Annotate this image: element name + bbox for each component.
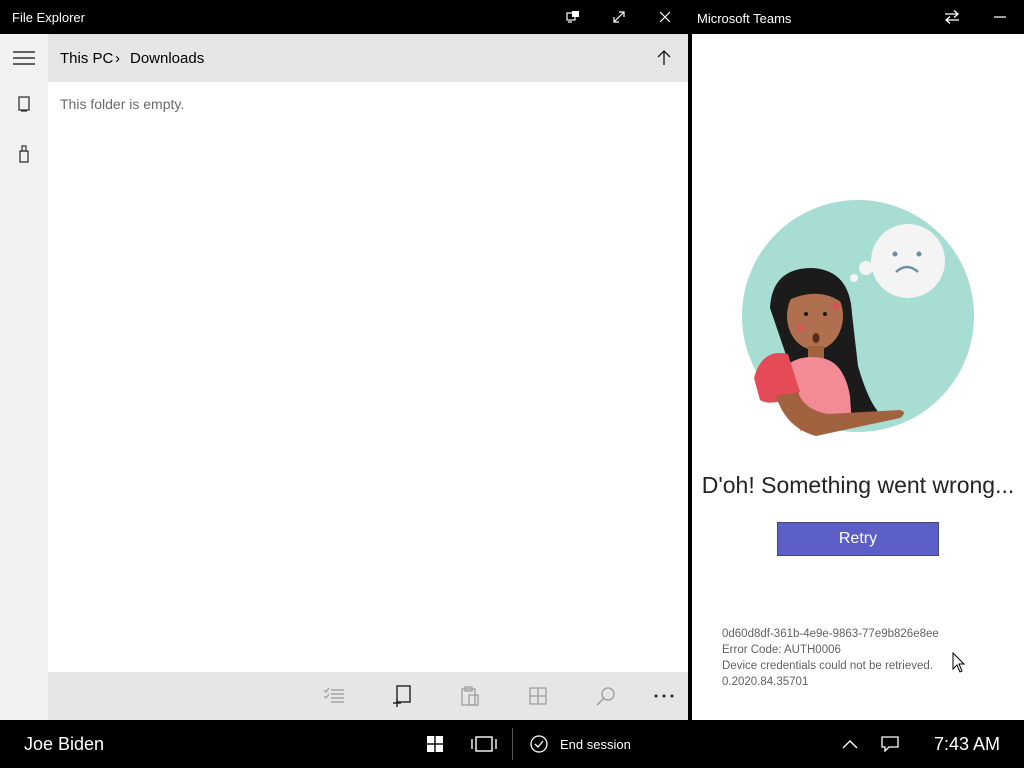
up-arrow-icon[interactable]	[652, 46, 676, 70]
teams-window: Microsoft Teams D'oh! Something went wro…	[692, 0, 1024, 720]
empty-folder-message: This folder is empty.	[60, 96, 185, 112]
breadcrumb-separator: ›	[115, 50, 120, 67]
windows-start-icon[interactable]	[418, 720, 452, 768]
search-icon[interactable]	[584, 672, 628, 720]
user-name: Joe Biden	[24, 734, 105, 754]
window-title: File Explorer	[12, 10, 85, 25]
mouse-cursor-icon	[952, 651, 966, 679]
action-center-icon[interactable]	[876, 720, 904, 768]
paste-icon[interactable]	[448, 672, 492, 720]
folder-content: This folder is empty.	[48, 82, 688, 672]
select-list-icon[interactable]	[312, 672, 356, 720]
end-session-label: End session	[560, 736, 631, 752]
view-grid-icon[interactable]	[516, 672, 560, 720]
command-bar	[48, 672, 688, 720]
snap-icon[interactable]	[550, 0, 596, 34]
taskbar: Joe Biden End session 7:43 AM	[0, 720, 1024, 768]
device-icon[interactable]	[0, 80, 48, 128]
teams-titlebar: Microsoft Teams	[692, 0, 1024, 34]
checkmark-circle-icon	[530, 735, 548, 753]
usb-drive-icon[interactable]	[0, 130, 48, 178]
expand-icon[interactable]	[596, 0, 642, 34]
clock[interactable]: 7:43 AM	[934, 734, 1000, 755]
more-options-icon[interactable]	[642, 672, 686, 720]
swap-windows-icon[interactable]	[929, 0, 975, 34]
error-headline: D'oh! Something went wrong...	[701, 472, 1015, 498]
session-id: 0d60d8df-361b-4e9e-9863-77e9b826e8ee	[722, 628, 939, 640]
chevron-up-icon[interactable]	[836, 720, 864, 768]
new-item-icon[interactable]	[380, 672, 424, 720]
file-explorer-window: File Explorer This PC › Downloads This f…	[0, 0, 688, 720]
address-bar: This PC › Downloads	[48, 34, 688, 82]
navigation-pane	[0, 34, 48, 720]
file-explorer-titlebar: File Explorer	[0, 0, 688, 34]
error-code: Error Code: AUTH0006	[722, 644, 841, 656]
end-session-button[interactable]: End session	[530, 720, 631, 768]
error-illustration	[740, 196, 980, 448]
taskbar-separator	[512, 728, 513, 760]
app-version: 0.2020.84.35701	[722, 676, 809, 688]
retry-button[interactable]: Retry	[777, 522, 939, 556]
error-message: Device credentials could not be retrieve…	[722, 660, 933, 672]
hamburger-menu-icon[interactable]	[0, 34, 48, 82]
breadcrumb-this-pc[interactable]: This PC	[60, 50, 113, 67]
minimize-icon[interactable]	[977, 0, 1023, 34]
window-title: Microsoft Teams	[697, 11, 792, 26]
close-icon[interactable]	[642, 0, 688, 34]
error-details: 0d60d8df-361b-4e9e-9863-77e9b826e8ee Err…	[722, 626, 939, 690]
task-view-icon[interactable]	[466, 720, 502, 768]
breadcrumb-downloads[interactable]: Downloads	[130, 50, 204, 67]
